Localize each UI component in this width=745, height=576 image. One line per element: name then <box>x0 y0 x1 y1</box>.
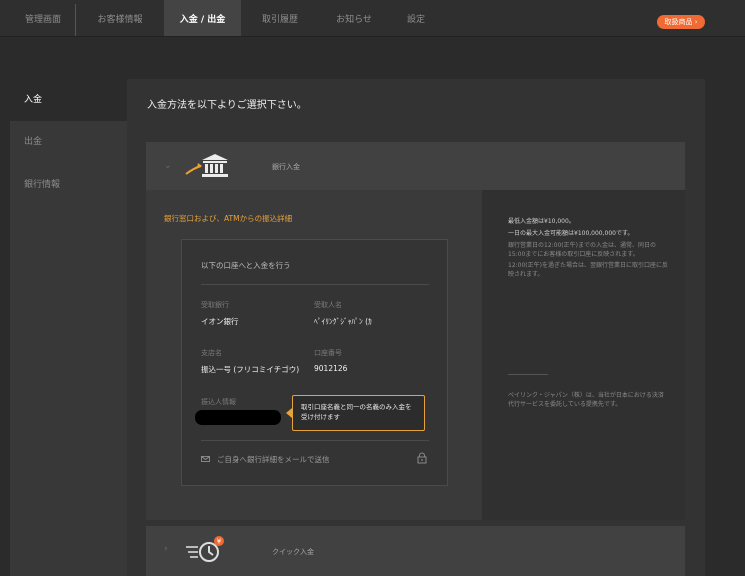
lock-icon <box>417 452 427 464</box>
method-label-quick: クイック入金 <box>272 548 314 556</box>
mail-icon <box>201 456 210 462</box>
svg-text:¥: ¥ <box>217 538 222 546</box>
transfer-details-panel: 銀行窓口および、ATMからの振込詳細 以下の口座へと入金を行う 受取銀行 イオン… <box>146 190 482 520</box>
quick-deposit-icon: ¥ <box>186 536 224 562</box>
payer-name-tooltip: 取引口座名義と同一の名義のみ入金を受け付けます <box>292 395 425 431</box>
top-nav: 管理画面 お客様情報 入金 / 出金 取引履歴 お知らせ 設定 取扱商品 › <box>0 0 745 37</box>
recipient-label: 受取人名 <box>314 301 342 309</box>
method-bank-deposit[interactable]: ⌄ 銀行入金 <box>146 142 685 190</box>
receiving-bank-label: 受取銀行 <box>201 301 229 309</box>
receiving-bank-value: イオン銀行 <box>201 317 239 326</box>
divider <box>201 440 429 441</box>
late-deposit-text: 12:00(正午)を過ぎた場合は、翌銀行営業日に取引口座に反映されます。 <box>508 262 668 278</box>
bank-deposit-details: 銀行窓口および、ATMからの振込詳細 以下の口座へと入金を行う 受取銀行 イオン… <box>146 190 685 520</box>
tab-settings[interactable]: 設定 <box>394 0 438 36</box>
chevron-right-icon: › <box>164 544 168 554</box>
account-number-label: 口座番号 <box>314 349 342 357</box>
tab-dashboard[interactable]: 管理画面 <box>15 0 71 36</box>
account-box-heading: 以下の口座へと入金を行う <box>201 261 291 270</box>
email-details-link[interactable]: ご自身へ銀行詳細をメールで送信 <box>217 454 330 465</box>
divider <box>201 284 429 285</box>
bank-icon <box>185 154 228 177</box>
deposit-info-panel: 最低入金額は¥10,000。 一日の最大入金可能額は¥100,000,000です… <box>482 190 685 520</box>
branch-value: 振込一号 (フリコミイチゴウ) <box>201 365 300 374</box>
main-panel: 入金方法を以下よりご選択下さい。 ⌄ 銀行入金 銀行窓口および、ATMからの振込… <box>127 79 705 576</box>
nav-divider <box>75 4 76 36</box>
divider <box>508 374 548 375</box>
method-quick-deposit[interactable]: › ¥ クイック入金 <box>146 526 685 576</box>
account-info-box: 以下の口座へと入金を行う 受取銀行 イオン銀行 受取人名 ﾍﾟｲﾘﾝｸﾞｼﾞｬﾊ… <box>181 239 448 486</box>
products-button[interactable]: 取扱商品 › <box>657 15 705 29</box>
method-label-bank: 銀行入金 <box>272 163 300 171</box>
sidebar-item-bank-info[interactable]: 銀行情報 <box>10 164 127 206</box>
chevron-down-icon: ⌄ <box>164 161 172 171</box>
cutoff-text: 銀行営業日の12:00(正午)までの入金は、通常、同日の15:00までにお客様の… <box>508 242 656 258</box>
recipient-value: ﾍﾟｲﾘﾝｸﾞｼﾞｬﾊﾟﾝ (ｶ <box>314 317 372 326</box>
partner-note-text: ペイリンク・ジャパン（株）は、当社が日本における決済代行サービスを委託している提… <box>508 392 664 408</box>
account-number-value: 9012126 <box>314 364 348 373</box>
page-heading: 入金方法を以下よりご選択下さい。 <box>147 100 307 111</box>
payer-info-redacted <box>195 410 281 425</box>
max-deposit-text: 一日の最大入金可能額は¥100,000,000です。 <box>508 230 634 237</box>
tab-notices[interactable]: お知らせ <box>326 0 382 36</box>
tab-deposit-withdraw[interactable]: 入金 / 出金 <box>164 0 241 36</box>
min-deposit-text: 最低入金額は¥10,000。 <box>508 218 575 225</box>
sidebar-item-withdraw[interactable]: 出金 <box>10 121 127 163</box>
tab-history[interactable]: 取引履歴 <box>252 0 308 36</box>
payer-info-label: 振込人情報 <box>201 398 236 406</box>
sidebar-item-deposit[interactable]: 入金 <box>10 79 127 121</box>
branch-label: 支店名 <box>201 349 222 357</box>
tab-customer-info[interactable]: お客様情報 <box>88 0 152 36</box>
sidebar: 入金 出金 銀行情報 <box>10 79 127 576</box>
transfer-details-title: 銀行窓口および、ATMからの振込詳細 <box>164 214 293 223</box>
